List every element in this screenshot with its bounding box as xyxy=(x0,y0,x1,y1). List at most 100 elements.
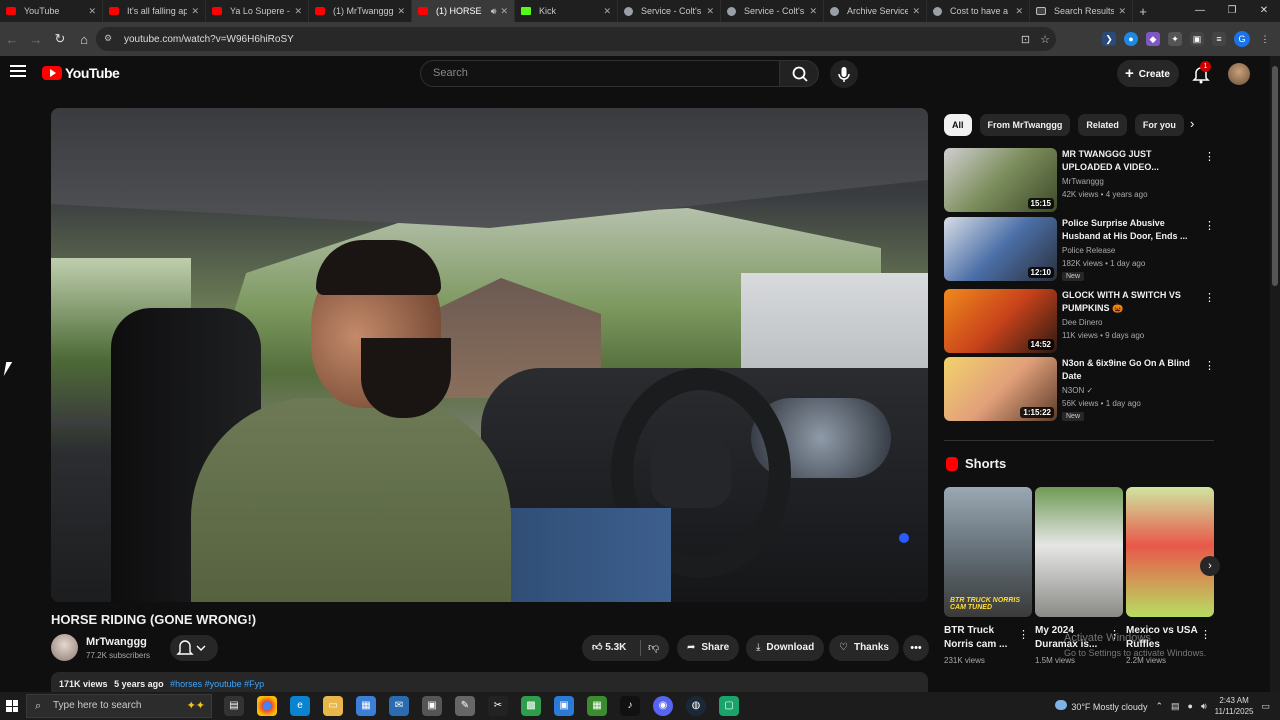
edge-icon[interactable]: e xyxy=(290,696,310,716)
site-info-icon[interactable]: ⚙ xyxy=(104,33,116,45)
channel-avatar[interactable] xyxy=(51,634,78,661)
filter-chip[interactable]: All xyxy=(944,114,972,136)
chevron-right-icon[interactable]: › xyxy=(1200,556,1220,576)
capcut-icon[interactable]: ✂ xyxy=(488,696,508,716)
close-tab-icon[interactable]: ✕ xyxy=(500,6,508,17)
chrome-icon[interactable] xyxy=(257,696,277,716)
close-tab-icon[interactable]: ✕ xyxy=(706,6,714,17)
volume-icon[interactable]: 🔊︎ xyxy=(1201,701,1207,712)
search-button[interactable] xyxy=(779,60,819,87)
dislike-button[interactable]: 👎︎ xyxy=(648,635,659,661)
recommended-video-title[interactable]: N3on & 6ix9ine Go On A Blind Date xyxy=(1062,357,1192,383)
more-vert-icon[interactable]: ⋮ xyxy=(1204,291,1215,304)
more-vert-icon[interactable]: ⋮ xyxy=(1200,628,1211,641)
more-actions-button[interactable]: ••• xyxy=(903,635,929,661)
recommended-channel[interactable]: MrTwanggg xyxy=(1062,177,1104,186)
browser-tab[interactable]: It's all falling ap ✕ xyxy=(103,0,206,22)
calculator-icon[interactable]: ▦ xyxy=(356,696,376,716)
scrollbar-thumb[interactable] xyxy=(1272,66,1278,286)
filter-chip[interactable]: For you xyxy=(1134,114,1184,136)
search-input[interactable]: Search xyxy=(420,60,780,87)
chevron-right-icon[interactable]: › xyxy=(1190,116,1194,131)
chevron-up-icon[interactable]: ⌃ xyxy=(1155,701,1163,712)
recommended-video-title[interactable]: Police Surprise Abusive Husband at His D… xyxy=(1062,217,1192,243)
recommended-video-title[interactable]: MR TWANGGG JUST UPLOADED A VIDEO... xyxy=(1062,148,1192,174)
subscribed-notifications-button[interactable] xyxy=(170,635,218,661)
browser-tab[interactable]: Archive Service ✕ xyxy=(824,0,927,22)
browser-tab[interactable]: (1) HORSE 🔊︎ ✕ xyxy=(412,0,515,22)
recommended-channel[interactable]: Police Release xyxy=(1062,246,1115,255)
browser-tab[interactable]: Service - Colt's ✕ xyxy=(721,0,824,22)
steam-icon[interactable]: ◍ xyxy=(686,696,706,716)
close-tab-icon[interactable]: ✕ xyxy=(912,6,920,17)
microphone-icon[interactable]: ● xyxy=(1188,701,1193,711)
video-thumbnail[interactable]: 1:15:22 xyxy=(944,357,1057,421)
video-thumbnail[interactable]: 12:10 xyxy=(944,217,1057,281)
more-vert-icon[interactable]: ⋮ xyxy=(1204,150,1215,163)
browser-tab[interactable]: Kick ✕ xyxy=(515,0,618,22)
puzzle-extensions-icon[interactable]: ✦ xyxy=(1168,32,1182,46)
browser-tab[interactable]: Search Results ✕ xyxy=(1030,0,1133,22)
menu-icon[interactable] xyxy=(10,65,26,79)
task-view-icon[interactable]: ▤ xyxy=(224,696,244,716)
recommended-video[interactable]: 12:10 Police Surprise Abusive Husband at … xyxy=(944,217,1215,281)
clock[interactable]: 2:43 AM 11/11/2025 xyxy=(1215,695,1254,717)
tab-audio-icon[interactable]: 🔊︎ xyxy=(491,6,497,17)
recommended-video[interactable]: 15:15 MR TWANGGG JUST UPLOADED A VIDEO...… xyxy=(944,148,1215,212)
youtube-logo[interactable]: YouTube xyxy=(42,65,120,81)
short-title[interactable]: BTR Truck Norris cam ... xyxy=(944,624,1019,652)
video-thumbnail[interactable]: 15:15 xyxy=(944,148,1057,212)
recommended-channel[interactable]: Dee Dinero xyxy=(1062,318,1102,327)
share-button[interactable]: ➦ Share xyxy=(677,635,740,661)
close-tab-icon[interactable]: ✕ xyxy=(294,6,302,17)
more-vert-icon[interactable]: ⋮ xyxy=(1018,628,1029,641)
more-vert-icon[interactable]: ⋮ xyxy=(1204,219,1215,232)
video-player[interactable] xyxy=(51,108,928,602)
filter-chip[interactable]: From MrTwanggg xyxy=(979,114,1071,136)
download-button[interactable]: ⤓ Download xyxy=(746,635,825,661)
close-tab-icon[interactable]: ✕ xyxy=(809,6,817,17)
app-icon[interactable]: ▣ xyxy=(554,696,574,716)
network-icon[interactable]: ▤ xyxy=(1171,701,1180,712)
extension-icon[interactable]: ● xyxy=(1124,32,1138,46)
create-button[interactable]: + Create xyxy=(1117,60,1179,87)
close-tab-icon[interactable]: ✕ xyxy=(1015,6,1023,17)
more-vert-icon[interactable]: ⋮ xyxy=(1204,359,1215,372)
thanks-button[interactable]: ♡ Thanks xyxy=(829,635,899,661)
extension-icon[interactable]: ◆ xyxy=(1146,32,1160,46)
back-button[interactable]: ← xyxy=(0,32,24,47)
description-box[interactable]: 171K views 5 years ago #horses #youtube … xyxy=(51,672,928,692)
filter-chip[interactable]: Related xyxy=(1078,114,1127,136)
page-scrollbar[interactable] xyxy=(1270,56,1280,692)
restore-button[interactable]: ❐ xyxy=(1216,0,1248,22)
close-tab-icon[interactable]: ✕ xyxy=(88,6,96,17)
xbox-icon[interactable]: ▩ xyxy=(521,696,541,716)
minimize-button[interactable]: — xyxy=(1184,0,1216,22)
discord-icon[interactable]: ◉ xyxy=(653,696,673,716)
recommended-video[interactable]: 14:52 GLOCK WITH A SWITCH VS PUMPKINS 🎃 De… xyxy=(944,289,1215,353)
close-tab-icon[interactable]: ✕ xyxy=(397,6,405,17)
bookmark-star-icon[interactable]: ☆ xyxy=(1040,33,1050,46)
voice-search-button[interactable] xyxy=(830,60,858,88)
account-avatar[interactable] xyxy=(1228,63,1250,85)
tiktok-icon[interactable]: ♪ xyxy=(620,696,640,716)
reading-list-icon[interactable]: ≡ xyxy=(1212,32,1226,46)
like-button[interactable]: 👍︎ 5.3K xyxy=(592,635,626,661)
close-tab-icon[interactable]: ✕ xyxy=(1118,6,1126,17)
browser-menu-icon[interactable]: ⋮ xyxy=(1258,32,1272,46)
close-window-button[interactable]: ✕ xyxy=(1248,0,1280,22)
forward-button[interactable]: → xyxy=(24,32,48,47)
install-app-icon[interactable]: ⊡ xyxy=(1021,33,1030,46)
short-thumbnail[interactable] xyxy=(1126,487,1214,617)
new-tab-button[interactable]: + xyxy=(1133,4,1153,19)
close-tab-icon[interactable]: ✕ xyxy=(191,6,199,17)
reload-button[interactable]: ↻ xyxy=(48,31,72,47)
file-explorer-icon[interactable]: ▭ xyxy=(323,696,343,716)
taskbar-search-input[interactable]: ⌕ Type here to search ✦✦ xyxy=(26,694,212,718)
app-icon[interactable]: ▢ xyxy=(719,696,739,716)
close-tab-icon[interactable]: ✕ xyxy=(603,6,611,17)
address-bar[interactable]: ⚙ youtube.com/watch?v=W96H6hiRoSY ⊡ ☆ xyxy=(96,27,1056,51)
notifications-button[interactable]: 1 xyxy=(1191,61,1211,84)
profile-avatar[interactable]: G xyxy=(1234,31,1250,47)
sidebar-icon[interactable]: ▣ xyxy=(1190,32,1204,46)
